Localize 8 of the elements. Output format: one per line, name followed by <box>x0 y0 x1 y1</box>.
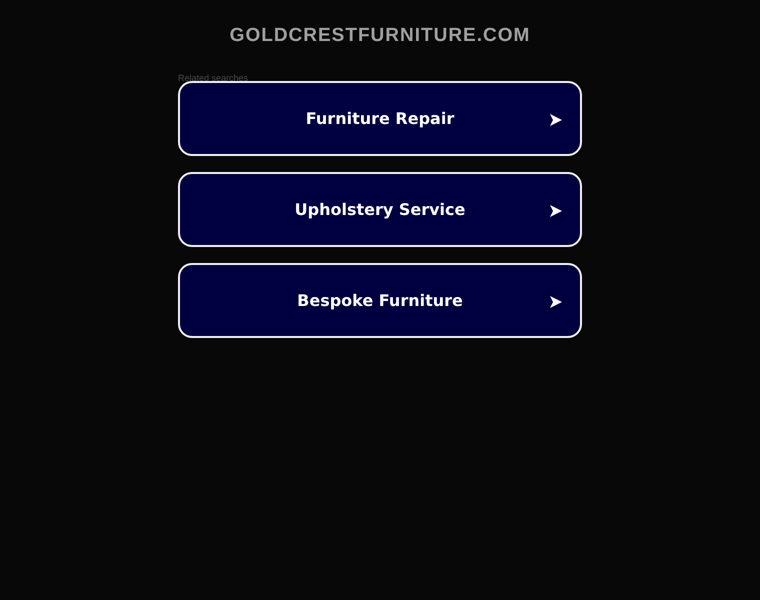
related-search-link[interactable]: Upholstery Service <box>178 172 582 247</box>
related-searches-label: Related searches <box>178 72 248 84</box>
related-search-link[interactable]: Furniture Repair <box>178 81 582 156</box>
arrow-icon <box>550 205 562 217</box>
domain-title: GOLDCRESTFURNITURE.COM <box>230 24 530 48</box>
arrow-icon <box>550 114 562 126</box>
related-search-link[interactable]: Bespoke Furniture <box>178 263 582 338</box>
arrow-icon <box>550 296 562 308</box>
